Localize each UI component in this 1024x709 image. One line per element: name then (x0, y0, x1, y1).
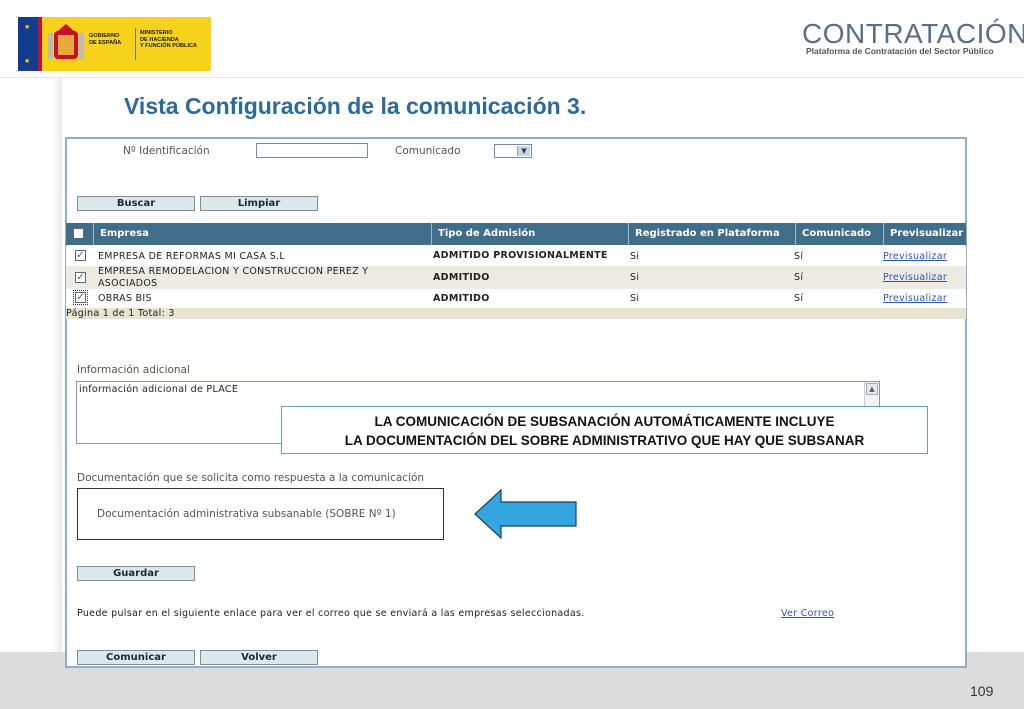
row-preview-link[interactable]: Previsualizar (883, 293, 947, 304)
pagination-status: Página 1 de 1 Total: 3 (66, 308, 966, 319)
table-row: ✓ EMPRESA REMODELACION Y CONSTRUCCION PE… (66, 266, 966, 289)
select-all-checkbox[interactable] (73, 228, 84, 239)
row-empresa: EMPRESA REMODELACION Y CONSTRUCCION PERE… (98, 266, 369, 289)
docs-list: Documentación administrativa subsanable … (77, 488, 444, 540)
row-preview-link[interactable]: Previsualizar (883, 272, 947, 283)
row-empresa: OBRAS BIS (98, 293, 152, 304)
view-email-link[interactable]: Ver Correo (781, 608, 834, 619)
col-empresa[interactable]: Empresa (94, 223, 432, 245)
row-comunicado: Sí (794, 251, 804, 262)
search-button[interactable]: Buscar (77, 196, 195, 211)
comunicado-label: Comunicado (395, 145, 461, 157)
row-preview-link[interactable]: Previsualizar (883, 251, 947, 262)
back-button[interactable]: Volver (200, 650, 318, 665)
stars-icon: ★ ★ (24, 23, 30, 65)
annotation-callout: LA COMUNICACIÓN DE SUBSANACIÓN AUTOMÁTIC… (281, 406, 928, 454)
col-previsualizar[interactable]: Previsualizar (884, 223, 966, 245)
row-checkbox[interactable]: ✓ (73, 290, 88, 305)
row-comunicado: Sí (794, 272, 804, 283)
arrow-left-icon (474, 488, 577, 540)
info-text: información adicional de PLACE (79, 384, 239, 395)
row-comunicado: Sí (794, 293, 804, 304)
page-title: Vista Configuración de la comunicación 3… (124, 93, 587, 119)
clear-button[interactable]: Limpiar (200, 196, 318, 211)
table-row: ✓ EMPRESA DE REFORMAS MI CASA S.L ADMITI… (66, 246, 966, 266)
callout-line-2: LA DOCUMENTACIÓN DEL SOBRE ADMINISTRATIV… (344, 433, 865, 448)
table-header: Empresa Tipo de Admisión Registrado en P… (66, 223, 966, 245)
info-label: Información adicional (77, 364, 190, 376)
docs-item[interactable]: Documentación administrativa subsanable … (97, 508, 396, 520)
docs-label: Documentación que se solicita como respu… (77, 472, 425, 484)
brand-subtitle: Plataforma de Contratación del Sector Pú… (806, 46, 994, 56)
row-empresa: EMPRESA DE REFORMAS MI CASA S.L (98, 251, 286, 262)
row-tipo: ADMITIDO PROVISIONALMENTE (433, 250, 608, 261)
gov-logo-text: GOBIERNO DE ESPAÑA (89, 33, 122, 46)
left-margin-shadow (52, 78, 62, 653)
col-comunicado[interactable]: Comunicado (796, 223, 884, 245)
id-label: Nº Identificación (123, 145, 210, 157)
svg-text:★: ★ (24, 23, 30, 31)
ministry-text: MINISTERIO DE HACIENDA Y FUNCIÓN PÚBLICA (140, 30, 198, 50)
government-logo: ★ ★ GOBIERNO DE ESPAÑA MINISTERIO DE HAC… (18, 17, 211, 71)
svg-text:★: ★ (24, 57, 30, 65)
row-checkbox[interactable]: ✓ (75, 250, 86, 261)
coat-of-arms-icon (48, 24, 84, 59)
id-input[interactable] (256, 143, 368, 158)
row-tipo: ADMITIDO (433, 272, 490, 283)
save-button[interactable]: Guardar (77, 566, 195, 581)
table-row: ✓ OBRAS BIS ADMITIDO Si Sí Previsualizar (66, 289, 966, 308)
col-tipo-admision[interactable]: Tipo de Admisión (432, 223, 629, 245)
row-registrado: Si (630, 272, 640, 283)
eu-flag-stripe: ★ ★ (18, 17, 38, 71)
send-button[interactable]: Comunicar (77, 650, 195, 665)
header-divider (0, 77, 1024, 78)
chevron-down-icon[interactable]: ▼ (517, 146, 530, 156)
callout-line-1: LA COMUNICACIÓN DE SUBSANACIÓN AUTOMÁTIC… (374, 414, 835, 429)
row-tipo: ADMITIDO (433, 293, 490, 304)
comunicado-select[interactable]: ▼ (494, 144, 532, 158)
col-registrado[interactable]: Registrado en Plataforma (629, 223, 796, 245)
row-registrado: Si (630, 293, 640, 304)
row-checkbox[interactable]: ✓ (75, 272, 86, 283)
select-all-cell (66, 223, 94, 245)
flag-red-stripe (38, 17, 42, 71)
email-info-text: Puede pulsar en el siguiente enlace para… (77, 608, 585, 619)
scroll-up-icon[interactable]: ▲ (866, 383, 878, 395)
page-number: 109 (970, 683, 994, 699)
logo-divider (135, 28, 136, 60)
row-registrado: Si (630, 251, 640, 262)
